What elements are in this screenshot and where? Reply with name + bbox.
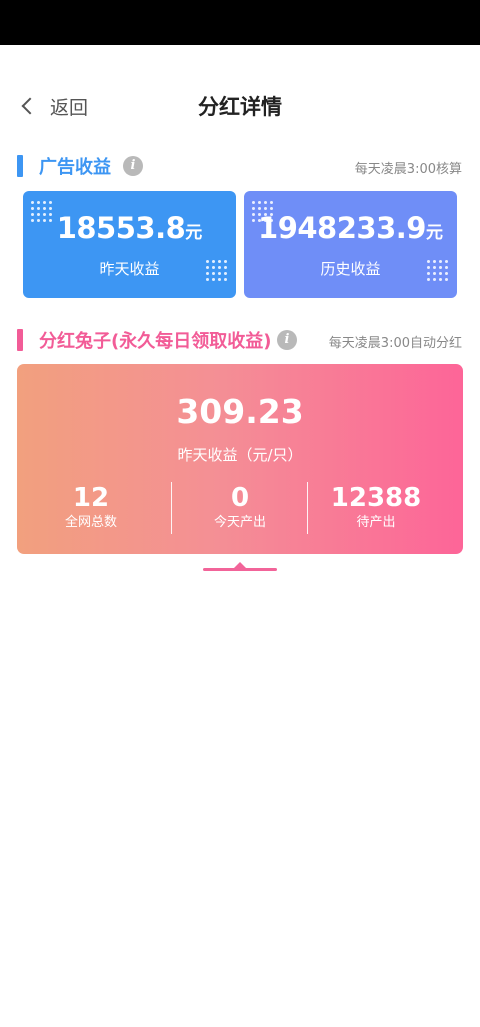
stat-today: 0 今天产出	[166, 482, 314, 532]
info-icon[interactable]: i	[123, 156, 143, 176]
status-bar	[0, 0, 480, 45]
nav-bar: 返回 分红详情	[0, 45, 480, 165]
dot-grid-icon	[427, 260, 449, 282]
section-accent-bar	[17, 329, 23, 351]
stat-label: 今天产出	[213, 515, 266, 530]
revenue-unit: 元	[425, 223, 443, 243]
yesterday-revenue-card[interactable]: 18553.8元 昨天收益	[23, 191, 236, 298]
revenue-number: 1948233.9	[258, 211, 426, 245]
stat-value: 12388	[330, 483, 422, 513]
history-revenue-card[interactable]: 1948233.9元 历史收益	[244, 191, 457, 298]
stat-value: 0	[230, 483, 250, 513]
revenue-number: 18553.8	[56, 211, 186, 245]
section-note: 每天凌晨3:00核算	[354, 162, 462, 177]
section-note: 每天凌晨3:00自动分红	[328, 336, 462, 351]
revenue-unit: 元	[185, 223, 203, 243]
rabbit-dividend-card: 309.23 昨天收益（元/只） 12 全网总数 0 今天产出 12388 待产…	[17, 364, 463, 554]
stat-label: 待产出	[356, 515, 396, 530]
info-icon[interactable]: i	[277, 330, 297, 350]
tab-indicator	[203, 568, 277, 571]
revenue-value: 1948233.9元	[244, 211, 457, 245]
section-accent-bar	[17, 155, 23, 177]
stat-value: 12	[72, 483, 110, 513]
stat-total: 12 全网总数	[17, 482, 165, 532]
dividend-value: 309.23	[176, 392, 304, 431]
revenue-value: 18553.8元	[23, 211, 236, 245]
dot-grid-icon	[206, 260, 228, 282]
section-title: 分红兔子(永久每日领取收益)	[39, 331, 272, 352]
revenue-label: 昨天收益	[99, 260, 160, 278]
stat-label: 全网总数	[64, 515, 117, 530]
section-title: 广告收益	[39, 157, 111, 178]
page-title: 分红详情	[198, 95, 282, 119]
rabbit-section-header: 分红兔子(永久每日领取收益) i 每天凌晨3:00自动分红	[0, 326, 480, 354]
ad-section-header: 广告收益 i 每天凌晨3:00核算	[0, 152, 480, 180]
dividend-label: 昨天收益（元/只）	[177, 446, 303, 464]
revenue-label: 历史收益	[320, 260, 381, 278]
stat-pending: 12388 待产出	[302, 482, 450, 532]
